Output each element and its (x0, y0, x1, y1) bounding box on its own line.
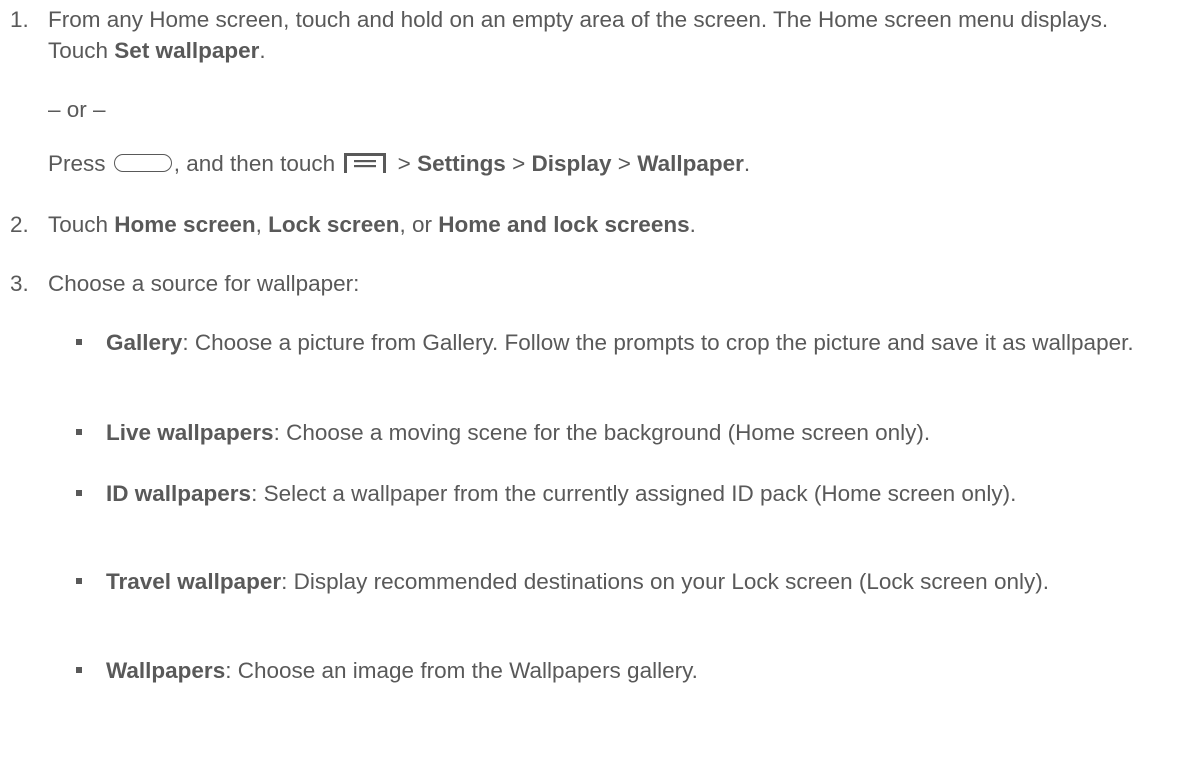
step-number: 1. (10, 7, 29, 32)
step-text: From any Home screen, touch and hold on … (48, 7, 1109, 63)
lock-screen-label: Lock screen (268, 212, 400, 237)
bullet-icon (76, 566, 98, 597)
home-and-lock-screens-label: Home and lock screens (438, 212, 690, 237)
bullet-icon (76, 417, 98, 448)
home-screen-label: Home screen (114, 212, 256, 237)
source-label: ID wallpapers (106, 481, 252, 506)
home-key-icon (113, 154, 172, 173)
source-label: Gallery (106, 330, 183, 355)
step-text: Touch Home screen, Lock screen, or Home … (48, 212, 696, 237)
wallpaper-label: Wallpaper (637, 151, 744, 176)
display-label: Display (531, 151, 612, 176)
step-number: 3. (10, 271, 29, 296)
or-separator: – or – (48, 97, 106, 122)
bullet-icon (76, 655, 98, 686)
step-number: 2. (10, 212, 29, 237)
menu-key-icon (344, 152, 387, 173)
set-wallpaper-label: Set wallpaper (114, 38, 260, 63)
bullet-icon (76, 478, 98, 509)
press-instruction: Press , and then touch > Settings > Disp… (48, 151, 751, 176)
source-label: Wallpapers (106, 658, 226, 683)
source-label: Live wallpapers (106, 420, 274, 445)
step-text: Choose a source for wallpaper: (48, 271, 360, 296)
source-label: Travel wallpaper (106, 569, 282, 594)
bullet-icon (76, 327, 98, 358)
document-page: 1. From any Home screen, touch and hold … (0, 0, 1184, 774)
settings-label: Settings (417, 151, 506, 176)
